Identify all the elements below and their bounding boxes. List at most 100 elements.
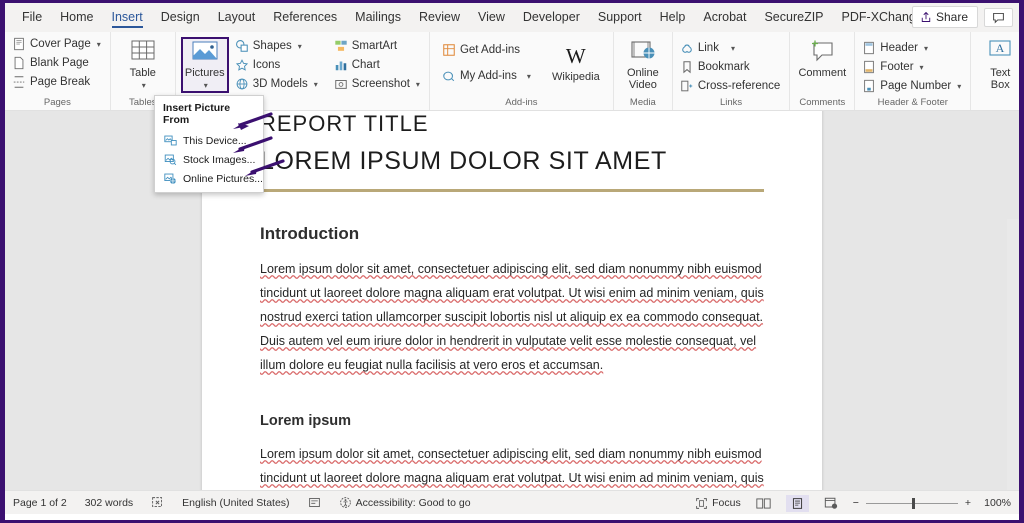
page-break-button[interactable]: Page Break xyxy=(10,73,105,91)
heading-lorem-ipsum: Lorem ipsum xyxy=(260,413,352,429)
web-layout-button[interactable] xyxy=(819,495,843,512)
online-video-button[interactable]: Online Video xyxy=(619,37,667,91)
tab-securezip[interactable]: SecureZIP xyxy=(755,6,832,29)
proofing-errors-icon xyxy=(152,497,163,508)
my-addins-button[interactable]: My Add-ins ▾ xyxy=(440,67,535,85)
header-icon xyxy=(864,41,875,55)
chevron-down-icon[interactable]: ▾ xyxy=(731,44,735,53)
tab-developer[interactable]: Developer xyxy=(514,6,589,29)
cover-page-button[interactable]: Cover Page ▾ xyxy=(10,35,105,53)
ribbon-group-pages: Cover Page ▾ Blank Page Page Break Pages xyxy=(5,32,111,110)
print-layout-button[interactable] xyxy=(785,494,809,512)
status-page-number[interactable]: Page 1 of 2 xyxy=(13,497,67,509)
3d-models-label: 3D Models xyxy=(252,78,308,90)
header-button[interactable]: Header ▾ xyxy=(860,39,965,57)
read-mode-button[interactable] xyxy=(751,495,776,512)
blank-page-icon xyxy=(14,56,24,70)
status-word-count[interactable]: 302 words xyxy=(85,497,133,509)
footer-button[interactable]: Footer ▾ xyxy=(860,58,965,76)
shapes-button[interactable]: Shapes ▾ xyxy=(233,37,322,55)
tab-home[interactable]: Home xyxy=(51,6,102,29)
zoom-slider[interactable]: − + xyxy=(853,497,971,509)
table-button[interactable]: Table ▾ xyxy=(116,37,170,91)
get-addins-label: Get Add-ins xyxy=(459,44,521,56)
page-break-icon xyxy=(13,76,25,88)
get-addins-button[interactable]: Get Add-ins xyxy=(440,41,535,59)
online-video-icon xyxy=(631,41,655,59)
status-proofing[interactable] xyxy=(151,496,164,509)
icons-label: Icons xyxy=(252,59,281,71)
smartart-button[interactable]: SmartArt xyxy=(332,37,424,55)
screenshot-button[interactable]: Screenshot ▾ xyxy=(332,75,424,93)
cover-page-icon xyxy=(14,37,24,51)
chevron-down-icon[interactable]: ▾ xyxy=(314,80,318,89)
paragraph-introduction: Lorem ipsum dolor sit amet, consectetuer… xyxy=(260,262,764,372)
blank-page-button[interactable]: Blank Page xyxy=(10,54,105,72)
text-box-button[interactable]: A Text Box xyxy=(976,37,1019,91)
print-layout-icon xyxy=(792,497,802,509)
vertical-scrollbar[interactable] xyxy=(1007,219,1019,490)
tab-insert[interactable]: Insert xyxy=(103,6,152,29)
tab-acrobat[interactable]: Acrobat xyxy=(694,6,755,29)
online-video-label-2: Video xyxy=(628,78,657,91)
smartart-icon xyxy=(335,40,347,51)
comments-button[interactable] xyxy=(984,7,1013,27)
status-track-changes[interactable] xyxy=(308,496,321,509)
bookmark-label: Bookmark xyxy=(697,61,750,73)
word-window: File Home Insert Design Layout Reference… xyxy=(5,3,1019,520)
chevron-down-icon[interactable]: ▾ xyxy=(298,42,302,51)
tab-file[interactable]: File xyxy=(13,6,51,29)
chevron-down-icon[interactable]: ▾ xyxy=(97,40,101,49)
title-divider xyxy=(260,189,764,192)
pictures-button[interactable]: Pictures ▾ xyxy=(180,37,229,93)
chart-label: Chart xyxy=(351,59,380,71)
status-bar: Page 1 of 2 302 words English (United St… xyxy=(5,490,1019,514)
ribbon-group-links: Link ▾ Bookmark Cross-reference Links xyxy=(673,32,791,110)
focus-button[interactable]: Focus xyxy=(695,497,741,510)
3d-models-button[interactable]: 3D Models ▾ xyxy=(233,75,322,93)
tab-design[interactable]: Design xyxy=(152,6,209,29)
status-language[interactable]: English (United States) xyxy=(182,497,289,509)
page-number-button[interactable]: Page Number ▾ xyxy=(860,77,965,95)
share-button[interactable]: Share xyxy=(911,6,978,28)
tab-layout[interactable]: Layout xyxy=(209,6,265,29)
status-accessibility[interactable]: Accessibility: Good to go xyxy=(339,496,471,509)
chevron-down-icon[interactable]: ▾ xyxy=(924,44,928,53)
document-page[interactable]: REPORT TITLE LOREM IPSUM DOLOR SIT AMET … xyxy=(202,111,822,490)
tab-view[interactable]: View xyxy=(469,6,514,29)
smartart-label: SmartArt xyxy=(351,40,398,52)
chevron-down-icon[interactable]: ▾ xyxy=(920,63,924,72)
chart-button[interactable]: Chart xyxy=(332,56,424,74)
zoom-thumb[interactable] xyxy=(911,497,915,509)
web-layout-icon xyxy=(824,497,837,509)
status-accessibility-label: Accessibility: Good to go xyxy=(355,496,471,509)
comment-button[interactable]: Comment xyxy=(795,37,849,80)
svg-text:A: A xyxy=(996,41,1005,55)
footer-icon xyxy=(864,60,875,74)
tab-review[interactable]: Review xyxy=(410,6,469,29)
chevron-down-icon[interactable]: ▾ xyxy=(142,80,146,92)
bookmark-button[interactable]: Bookmark xyxy=(678,58,784,76)
this-device-icon xyxy=(164,135,177,146)
wikipedia-button[interactable]: W Wikipedia xyxy=(549,41,603,84)
zoom-level-label[interactable]: 100% xyxy=(981,497,1011,509)
table-label: Table xyxy=(129,67,156,79)
chevron-down-icon[interactable]: ▾ xyxy=(204,80,208,92)
cross-reference-button[interactable]: Cross-reference xyxy=(678,77,784,95)
link-button[interactable]: Link ▾ xyxy=(678,39,784,57)
link-icon xyxy=(682,44,692,53)
icons-button[interactable]: Icons xyxy=(233,56,322,74)
chevron-down-icon[interactable]: ▾ xyxy=(957,82,961,91)
text-box-icon: A xyxy=(989,40,1011,56)
text-box-label-2: Box xyxy=(990,78,1010,91)
tab-mailings[interactable]: Mailings xyxy=(346,6,410,29)
chevron-down-icon[interactable]: ▾ xyxy=(527,72,531,81)
zoom-track[interactable] xyxy=(865,497,958,509)
tab-references[interactable]: References xyxy=(264,6,346,29)
arrow-to-stock-images xyxy=(233,136,273,153)
tab-help[interactable]: Help xyxy=(651,6,695,29)
tab-support[interactable]: Support xyxy=(589,6,651,29)
zoom-out-button[interactable]: − xyxy=(853,497,859,509)
zoom-in-button[interactable]: + xyxy=(965,497,971,509)
chevron-down-icon[interactable]: ▾ xyxy=(416,80,420,89)
